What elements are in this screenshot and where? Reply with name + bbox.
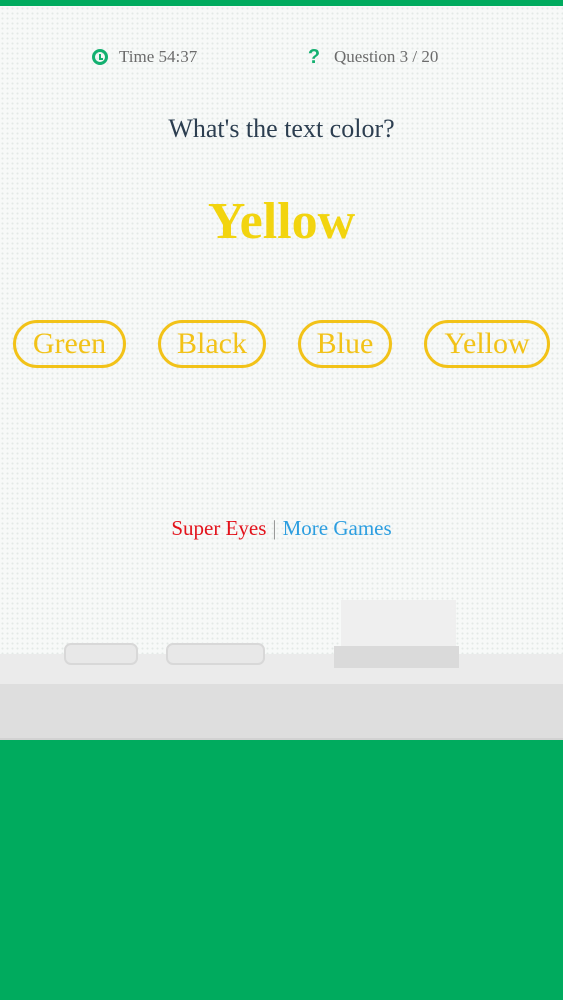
question-counter: ? Question 3 / 20 xyxy=(306,44,438,70)
timer-label: Time 54:37 xyxy=(119,47,198,66)
device-button-left xyxy=(64,643,138,665)
question-counter-label: Question 3 / 20 xyxy=(334,47,439,66)
option-button-black[interactable]: Black xyxy=(158,320,266,368)
device-button-middle xyxy=(166,643,265,665)
more-games-link[interactable]: More Games xyxy=(283,516,392,540)
option-button-blue[interactable]: Blue xyxy=(298,320,392,368)
status-bar: Time 54:37 ? Question 3 / 20 xyxy=(0,44,563,70)
clock-icon xyxy=(92,49,108,65)
device-block-front xyxy=(334,646,459,668)
footer-links: Super Eyes | More Games xyxy=(0,516,563,541)
super-eyes-link[interactable]: Super Eyes xyxy=(171,516,266,540)
device-block-top xyxy=(341,600,456,646)
link-separator: | xyxy=(272,516,277,540)
target-color-word: Yellow xyxy=(207,193,356,250)
question-prompt: What's the text color? xyxy=(168,114,395,143)
bottom-panel xyxy=(0,740,563,1000)
question-mark-icon: ? xyxy=(307,45,321,68)
device-front-surface xyxy=(0,684,563,740)
option-button-green[interactable]: Green xyxy=(13,320,126,368)
option-button-yellow[interactable]: Yellow xyxy=(424,320,550,368)
game-area: Time 54:37 ? Question 3 / 20 What's the … xyxy=(0,6,563,654)
timer: Time 54:37 xyxy=(92,44,197,70)
